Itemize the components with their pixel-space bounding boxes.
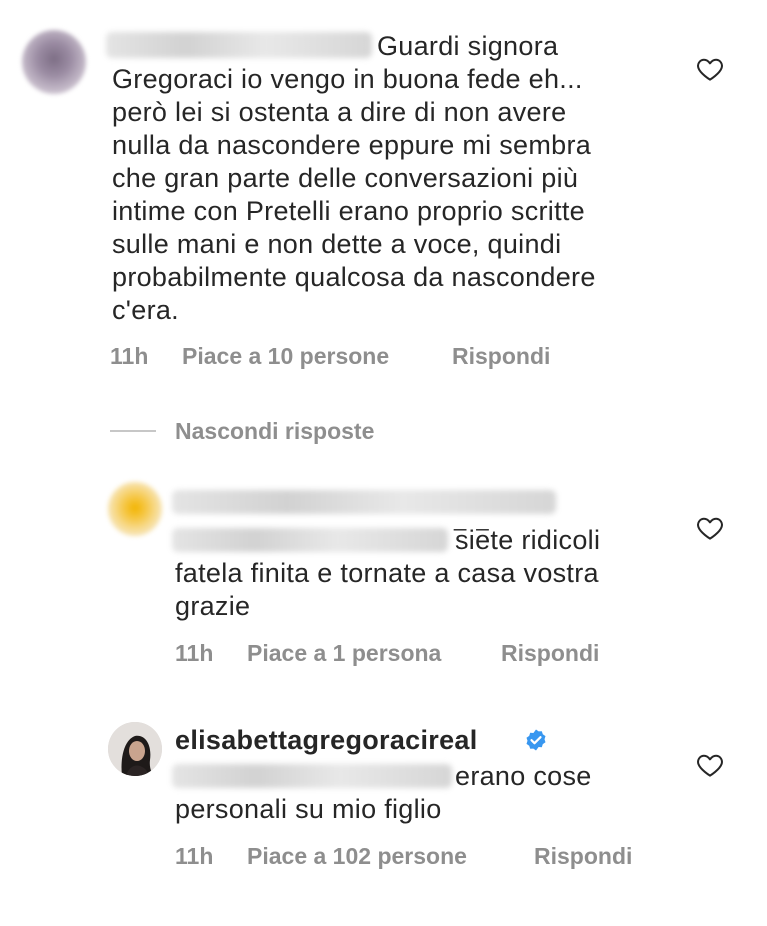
verified-badge-icon — [524, 728, 548, 752]
comment-text-line: c'era. — [112, 295, 179, 325]
comment-text-line: Gregoraci io vengo in buona fede eh... — [112, 64, 583, 94]
reply-text: siete ridicoli fatela finita e tornate a… — [175, 524, 675, 623]
reply-text-line: siete ridicoli — [455, 525, 601, 555]
heart-outline-icon[interactable] — [695, 513, 725, 543]
reply-avatar[interactable] — [108, 482, 162, 536]
heart-outline-icon[interactable] — [695, 54, 725, 84]
replies-divider-line — [110, 430, 156, 432]
comment-time: 11h — [110, 343, 149, 369]
reply-button[interactable]: Rispondi — [534, 843, 632, 870]
reply-avatar[interactable] — [108, 722, 162, 776]
reply-time: 11h — [175, 640, 214, 666]
reply-likes-link[interactable]: Piace a 1 persona — [247, 640, 441, 667]
hide-replies-button[interactable]: Nascondi risposte — [175, 418, 374, 445]
reply-likes-link[interactable]: Piace a 102 persone — [247, 843, 467, 870]
reply-text-line: fatela finita e tornate a casa vostra — [175, 558, 599, 588]
reply-button[interactable]: Rispondi — [452, 343, 550, 370]
reply-time: 11h — [175, 843, 214, 869]
comment-text-line: intime con Pretelli erano proprio scritt… — [112, 196, 586, 226]
reply-username-blurred[interactable] — [172, 490, 556, 514]
comment-text-line: che gran parte delle conversazioni più — [112, 163, 579, 193]
comment-likes-link[interactable]: Piace a 10 persone — [182, 343, 389, 370]
heart-outline-icon[interactable] — [695, 750, 725, 780]
comment-text: Guardi signora Gregoraci io vengo in buo… — [112, 30, 672, 327]
comment-text-line: probabilmente qualcosa da nascondere — [112, 262, 596, 292]
comment-text-line: però lei si ostenta a dire di non avere — [112, 97, 567, 127]
reply-text-line: erano cose — [455, 761, 592, 791]
reply-username[interactable]: elisabettagregoracireal — [175, 724, 478, 757]
comment-meta: 11h Piace a 10 persone Rispondi — [0, 343, 767, 373]
comment-text-line: nulla da nascondere eppure mi sembra — [112, 130, 592, 160]
reply-meta: 11h Piace a 102 persone Rispondi — [0, 843, 767, 873]
reply-text: erano cose personali su mio figlio — [175, 760, 675, 826]
comment-avatar[interactable] — [22, 30, 86, 94]
reply-meta: 11h Piace a 1 persona Rispondi — [0, 640, 767, 670]
reply-button[interactable]: Rispondi — [501, 640, 599, 667]
reply-text-line: personali su mio figlio — [175, 794, 442, 824]
comment-text-line: sulle mani e non dette a voce, quindi — [112, 229, 562, 259]
reply-text-line: grazie — [175, 591, 251, 621]
comment-text-line: Guardi signora — [377, 31, 559, 61]
